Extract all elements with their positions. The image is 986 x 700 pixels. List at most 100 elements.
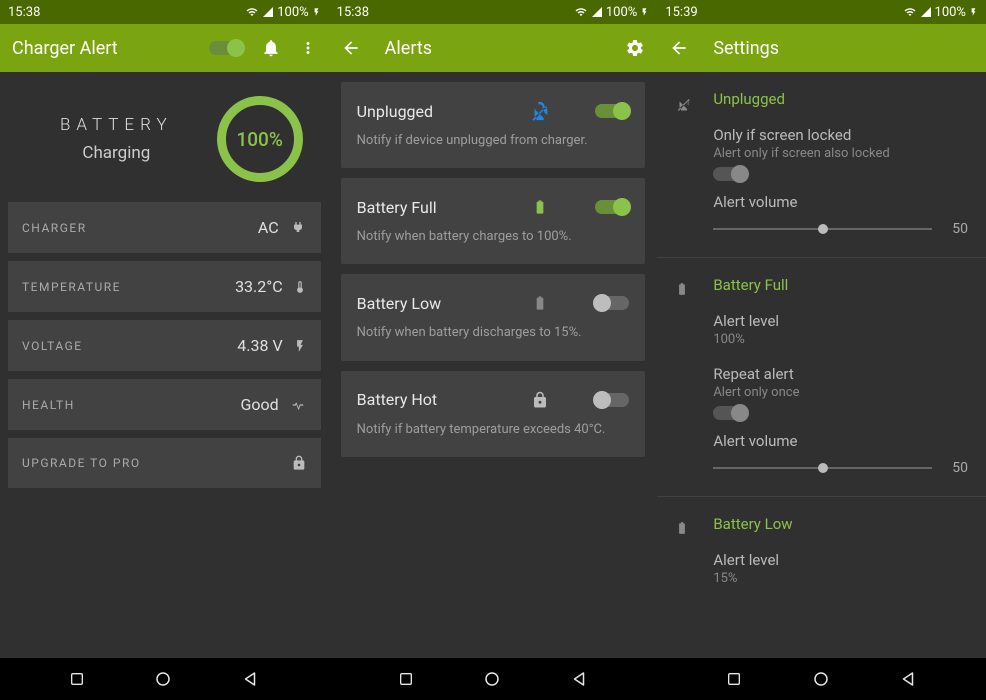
battery-status: Charging xyxy=(16,143,217,163)
nav-recent-icon[interactable] xyxy=(726,671,742,687)
card-battery-hot[interactable]: Battery Hot Notify if battery temperatur… xyxy=(341,371,646,457)
screen-main: 15:38 100% Charger Alert BATTERY Chargin… xyxy=(0,0,329,700)
hot-desc: Notify if battery temperature exceeds 40… xyxy=(357,421,630,439)
wifi-icon xyxy=(903,6,917,18)
unplugged-volume-slider[interactable] xyxy=(713,228,932,230)
signal-icon xyxy=(262,6,274,18)
screen-alerts: 15:38 100% Alerts Unplugged Notify if de… xyxy=(329,0,658,700)
status-time: 15:39 xyxy=(665,5,697,20)
row-unplugged-volume[interactable]: Alert volume 50 xyxy=(713,193,968,237)
battery-low-icon xyxy=(525,292,555,314)
full-level-label: Alert level xyxy=(713,312,968,330)
more-icon[interactable] xyxy=(299,39,317,57)
bell-icon[interactable] xyxy=(261,38,281,58)
bolt-icon xyxy=(969,6,978,18)
repeat-sub: Alert only once xyxy=(713,385,968,400)
row-screen-locked[interactable]: Only if screen locked Alert only if scre… xyxy=(713,126,968,175)
temperature-label: TEMPERATURE xyxy=(22,280,121,294)
status-battery: 100% xyxy=(277,5,308,20)
voltage-label: VOLTAGE xyxy=(22,339,83,353)
low-section-icon xyxy=(675,519,689,537)
low-level-sub: 15% xyxy=(713,571,968,586)
main-content: BATTERY Charging 100% CHARGER AC TEMPERA… xyxy=(0,72,329,658)
row-charger[interactable]: CHARGER AC xyxy=(8,202,321,253)
section-full: Battery Full Alert level 100% Repeat ale… xyxy=(657,258,986,497)
back-icon[interactable] xyxy=(669,38,689,58)
nav-bar xyxy=(329,658,658,700)
row-health[interactable]: HEALTH Good xyxy=(8,379,321,430)
status-bar: 15:38 100% xyxy=(329,0,658,24)
bolt-icon xyxy=(312,6,321,18)
row-temperature[interactable]: TEMPERATURE 33.2°C xyxy=(8,261,321,312)
hot-toggle[interactable] xyxy=(595,393,629,407)
nav-home-icon[interactable] xyxy=(483,670,501,688)
unplugged-volume-value: 50 xyxy=(942,221,968,237)
repeat-toggle[interactable] xyxy=(713,406,747,420)
nav-back-icon[interactable] xyxy=(899,670,917,688)
status-time: 15:38 xyxy=(8,5,40,20)
nav-recent-icon[interactable] xyxy=(69,671,85,687)
row-repeat[interactable]: Repeat alert Alert only once xyxy=(713,365,968,414)
unplugged-section-icon xyxy=(675,94,693,112)
unplugged-volume-label: Alert volume xyxy=(713,193,968,211)
row-upgrade[interactable]: UPGRADE TO PRO xyxy=(8,438,321,488)
status-battery: 100% xyxy=(935,5,966,20)
row-full-volume[interactable]: Alert volume 50 xyxy=(713,432,968,476)
battery-percentage: 100% xyxy=(236,128,282,151)
plug-icon xyxy=(289,220,307,236)
screen-locked-toggle[interactable] xyxy=(713,167,747,181)
back-icon[interactable] xyxy=(341,38,361,58)
battery-header: BATTERY Charging 100% xyxy=(8,80,321,194)
screen-locked-sub: Alert only if screen also locked xyxy=(713,146,968,161)
unplugged-toggle[interactable] xyxy=(595,104,629,118)
wifi-icon xyxy=(574,6,588,18)
nav-back-icon[interactable] xyxy=(570,670,588,688)
full-volume-slider[interactable] xyxy=(713,467,932,469)
flash-icon xyxy=(293,337,307,355)
bolt-icon xyxy=(640,6,649,18)
gear-icon[interactable] xyxy=(625,38,645,58)
nav-recent-icon[interactable] xyxy=(398,671,414,687)
app-title: Charger Alert xyxy=(12,38,209,59)
unplugged-section-title: Unplugged xyxy=(713,90,968,108)
card-battery-low[interactable]: Battery Low Notify when battery discharg… xyxy=(341,274,646,360)
app-bar: Charger Alert xyxy=(0,24,329,72)
full-section-icon xyxy=(675,280,689,298)
row-voltage[interactable]: VOLTAGE 4.38 V xyxy=(8,320,321,371)
full-volume-label: Alert volume xyxy=(713,432,968,450)
app-title: Alerts xyxy=(385,38,626,59)
low-title: Battery Low xyxy=(357,294,526,313)
full-section-title: Battery Full xyxy=(713,276,968,294)
battery-full-icon xyxy=(525,196,555,218)
screen-locked-label: Only if screen locked xyxy=(713,126,968,144)
app-bar: Alerts xyxy=(329,24,658,72)
low-toggle[interactable] xyxy=(595,296,629,310)
status-time: 15:38 xyxy=(337,5,369,20)
section-low: Battery Low Alert level 15% xyxy=(657,497,986,606)
battery-ring: 100% xyxy=(217,96,303,182)
row-low-level[interactable]: Alert level 15% xyxy=(713,551,968,586)
upgrade-label: UPGRADE TO PRO xyxy=(22,456,141,470)
temperature-value: 33.2°C xyxy=(235,277,283,296)
master-toggle[interactable] xyxy=(209,41,243,55)
card-unplugged[interactable]: Unplugged Notify if device unplugged fro… xyxy=(341,82,646,168)
lock-icon xyxy=(291,454,307,472)
wifi-icon xyxy=(245,6,259,18)
voltage-value: 4.38 V xyxy=(237,336,282,355)
hot-title: Battery Hot xyxy=(357,390,526,409)
screen-settings: 15:39 100% Settings Unplugged Only if sc… xyxy=(657,0,986,700)
full-title: Battery Full xyxy=(357,198,526,217)
unplugged-desc: Notify if device unplugged from charger. xyxy=(357,132,630,150)
thermometer-icon xyxy=(293,278,307,296)
nav-home-icon[interactable] xyxy=(154,670,172,688)
full-toggle[interactable] xyxy=(595,200,629,214)
low-level-label: Alert level xyxy=(713,551,968,569)
section-unplugged: Unplugged Only if screen locked Alert on… xyxy=(657,72,986,258)
settings-content: Unplugged Only if screen locked Alert on… xyxy=(657,72,986,658)
row-full-level[interactable]: Alert level 100% xyxy=(713,312,968,347)
health-label: HEALTH xyxy=(22,398,75,412)
nav-home-icon[interactable] xyxy=(812,670,830,688)
nav-back-icon[interactable] xyxy=(241,670,259,688)
card-battery-full[interactable]: Battery Full Notify when battery charges… xyxy=(341,178,646,264)
status-icons: 100% xyxy=(574,5,649,20)
